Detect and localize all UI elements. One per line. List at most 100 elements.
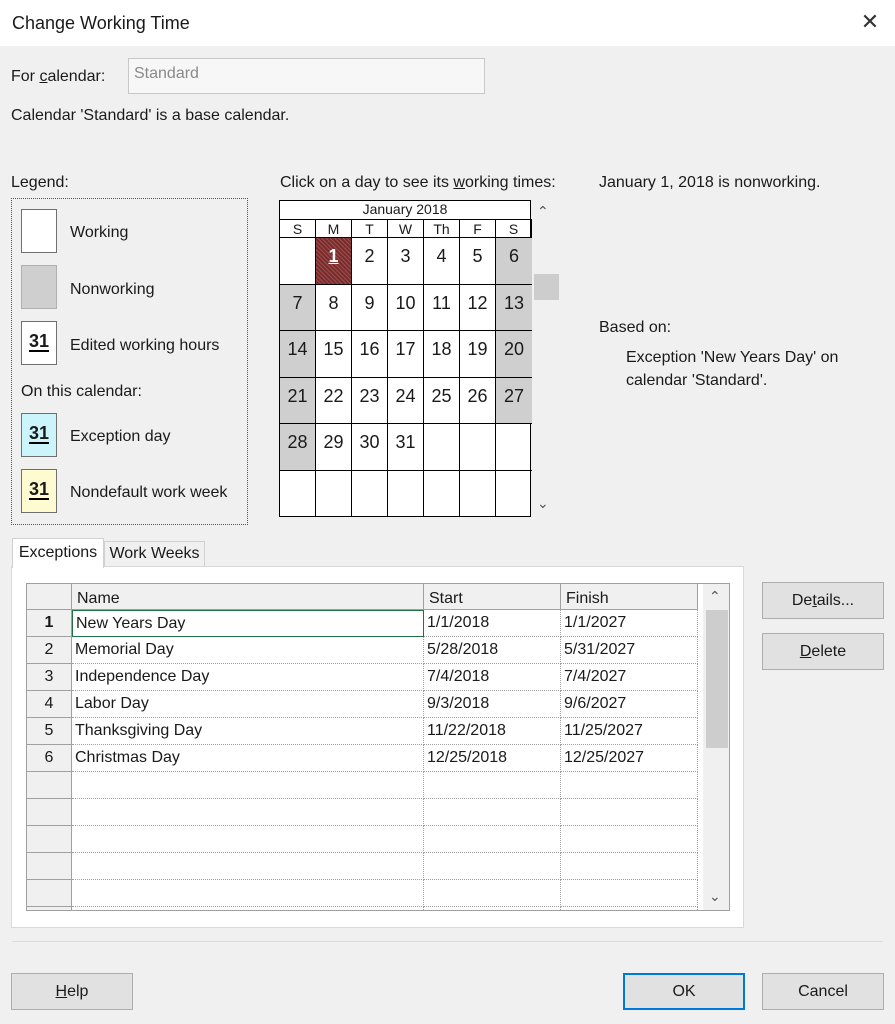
- cell-name[interactable]: [72, 853, 424, 880]
- calendar-day-cell[interactable]: 16: [352, 330, 388, 377]
- calendar-day-cell[interactable]: 31: [388, 423, 424, 470]
- row-number[interactable]: 4: [27, 691, 72, 718]
- calendar-day-cell[interactable]: 29: [316, 423, 352, 470]
- cell-name[interactable]: Thanksgiving Day: [72, 718, 424, 745]
- cell-name[interactable]: Independence Day: [72, 664, 424, 691]
- row-number[interactable]: 6: [27, 745, 72, 772]
- calendar-scroll-down-icon[interactable]: ⌄: [537, 495, 549, 512]
- row-number[interactable]: 5: [27, 718, 72, 745]
- calendar-day-cell[interactable]: 1: [316, 237, 352, 284]
- cell-finish[interactable]: 11/25/2027: [561, 718, 698, 745]
- calendar-day-cell[interactable]: 22: [316, 376, 352, 423]
- tab-work-weeks[interactable]: Work Weeks: [104, 541, 205, 566]
- calendar-day-cell[interactable]: 6: [496, 237, 532, 284]
- grid-scrollbar[interactable]: ⌃ ⌄: [703, 584, 729, 910]
- cell-start[interactable]: 11/22/2018: [424, 718, 561, 745]
- row-number[interactable]: [27, 826, 72, 853]
- calendar-scroll-thumb[interactable]: [534, 274, 559, 300]
- calendar-day-cell[interactable]: 11: [424, 283, 460, 330]
- row-number[interactable]: 2: [27, 637, 72, 664]
- details-button[interactable]: Details...: [762, 582, 884, 619]
- cell-finish[interactable]: [561, 880, 698, 907]
- grid-scroll-down-icon[interactable]: ⌄: [709, 888, 721, 905]
- cell-finish[interactable]: [561, 772, 698, 799]
- month-calendar[interactable]: January 2018 S M T W Th F S 1 2 3 4 5 6 7 8 9 10 11 12 13 14…: [279, 200, 532, 517]
- tab-exceptions[interactable]: Exceptions: [12, 538, 104, 568]
- row-number[interactable]: [27, 880, 72, 907]
- cell-finish[interactable]: [561, 907, 698, 910]
- calendar-day-cell[interactable]: 20: [496, 330, 532, 377]
- row-number[interactable]: 3: [27, 664, 72, 691]
- calendar-day-cell[interactable]: 13: [496, 283, 532, 330]
- calendar-day-cell[interactable]: 17: [388, 330, 424, 377]
- column-header-name[interactable]: Name: [72, 584, 424, 610]
- calendar-day-cell[interactable]: 7: [280, 283, 316, 330]
- cancel-button[interactable]: Cancel: [762, 973, 884, 1010]
- cell-start[interactable]: 5/28/2018: [424, 637, 561, 664]
- cell-start[interactable]: 9/3/2018: [424, 691, 561, 718]
- cell-name[interactable]: New Years Day: [72, 610, 424, 637]
- calendar-day-cell[interactable]: 2: [352, 237, 388, 284]
- row-number[interactable]: [27, 853, 72, 880]
- cell-start[interactable]: 12/25/2018: [424, 745, 561, 772]
- cell-name[interactable]: [72, 826, 424, 853]
- calendar-day-cell[interactable]: 21: [280, 376, 316, 423]
- calendar-day-cell[interactable]: 25: [424, 376, 460, 423]
- cell-name[interactable]: [72, 799, 424, 826]
- calendar-select[interactable]: Standard: [128, 58, 485, 94]
- row-number[interactable]: [27, 907, 72, 910]
- calendar-day-cell[interactable]: 26: [460, 376, 496, 423]
- calendar-day-cell[interactable]: 4: [424, 237, 460, 284]
- cell-start[interactable]: [424, 880, 561, 907]
- cell-start[interactable]: [424, 772, 561, 799]
- cell-name[interactable]: Memorial Day: [72, 637, 424, 664]
- cell-start[interactable]: 1/1/2018: [424, 610, 561, 637]
- cell-start[interactable]: [424, 826, 561, 853]
- cell-name[interactable]: Labor Day: [72, 691, 424, 718]
- calendar-day-cell[interactable]: 14: [280, 330, 316, 377]
- row-number[interactable]: [27, 772, 72, 799]
- calendar-day-cell[interactable]: 3: [388, 237, 424, 284]
- calendar-day-cell[interactable]: 10: [388, 283, 424, 330]
- calendar-day-cell[interactable]: 9: [352, 283, 388, 330]
- grid-scroll-up-icon[interactable]: ⌃: [709, 588, 721, 605]
- cell-name[interactable]: [72, 772, 424, 799]
- calendar-day-cell[interactable]: 27: [496, 376, 532, 423]
- ok-button[interactable]: OK: [623, 973, 745, 1010]
- column-header-finish[interactable]: Finish: [561, 584, 698, 610]
- calendar-day-cell[interactable]: 23: [352, 376, 388, 423]
- cell-name[interactable]: [72, 880, 424, 907]
- calendar-day-cell[interactable]: 30: [352, 423, 388, 470]
- calendar-day-cell[interactable]: 15: [316, 330, 352, 377]
- close-icon[interactable]: ✕: [856, 8, 884, 36]
- cell-start[interactable]: [424, 907, 561, 910]
- calendar-day-cell[interactable]: 19: [460, 330, 496, 377]
- help-button[interactable]: Help: [11, 973, 133, 1010]
- calendar-day-cell[interactable]: 24: [388, 376, 424, 423]
- delete-button[interactable]: Delete: [762, 633, 884, 670]
- cell-start[interactable]: [424, 799, 561, 826]
- exceptions-grid[interactable]: Name Start Finish ⌃ ⌄ 1 New Years Day 1/1/…: [26, 583, 730, 911]
- cell-finish[interactable]: 7/4/2027: [561, 664, 698, 691]
- cell-name[interactable]: Christmas Day: [72, 745, 424, 772]
- calendar-day-cell[interactable]: 18: [424, 330, 460, 377]
- cell-finish[interactable]: 12/25/2027: [561, 745, 698, 772]
- grid-scroll-thumb[interactable]: [706, 610, 728, 748]
- cell-finish[interactable]: 1/1/2027: [561, 610, 698, 637]
- cell-finish[interactable]: 5/31/2027: [561, 637, 698, 664]
- calendar-day-cell[interactable]: 8: [316, 283, 352, 330]
- calendar-scroll-up-icon[interactable]: ⌃: [537, 203, 549, 220]
- cell-name[interactable]: [72, 907, 424, 910]
- cell-start[interactable]: 7/4/2018: [424, 664, 561, 691]
- cell-finish[interactable]: 9/6/2027: [561, 691, 698, 718]
- column-header-start[interactable]: Start: [424, 584, 561, 610]
- calendar-day-cell[interactable]: 28: [280, 423, 316, 470]
- row-number[interactable]: 1: [27, 610, 72, 637]
- row-number[interactable]: [27, 799, 72, 826]
- cell-finish[interactable]: [561, 826, 698, 853]
- cell-start[interactable]: [424, 853, 561, 880]
- cell-finish[interactable]: [561, 799, 698, 826]
- cell-finish[interactable]: [561, 853, 698, 880]
- calendar-day-cell[interactable]: 12: [460, 283, 496, 330]
- calendar-day-cell[interactable]: 5: [460, 237, 496, 284]
